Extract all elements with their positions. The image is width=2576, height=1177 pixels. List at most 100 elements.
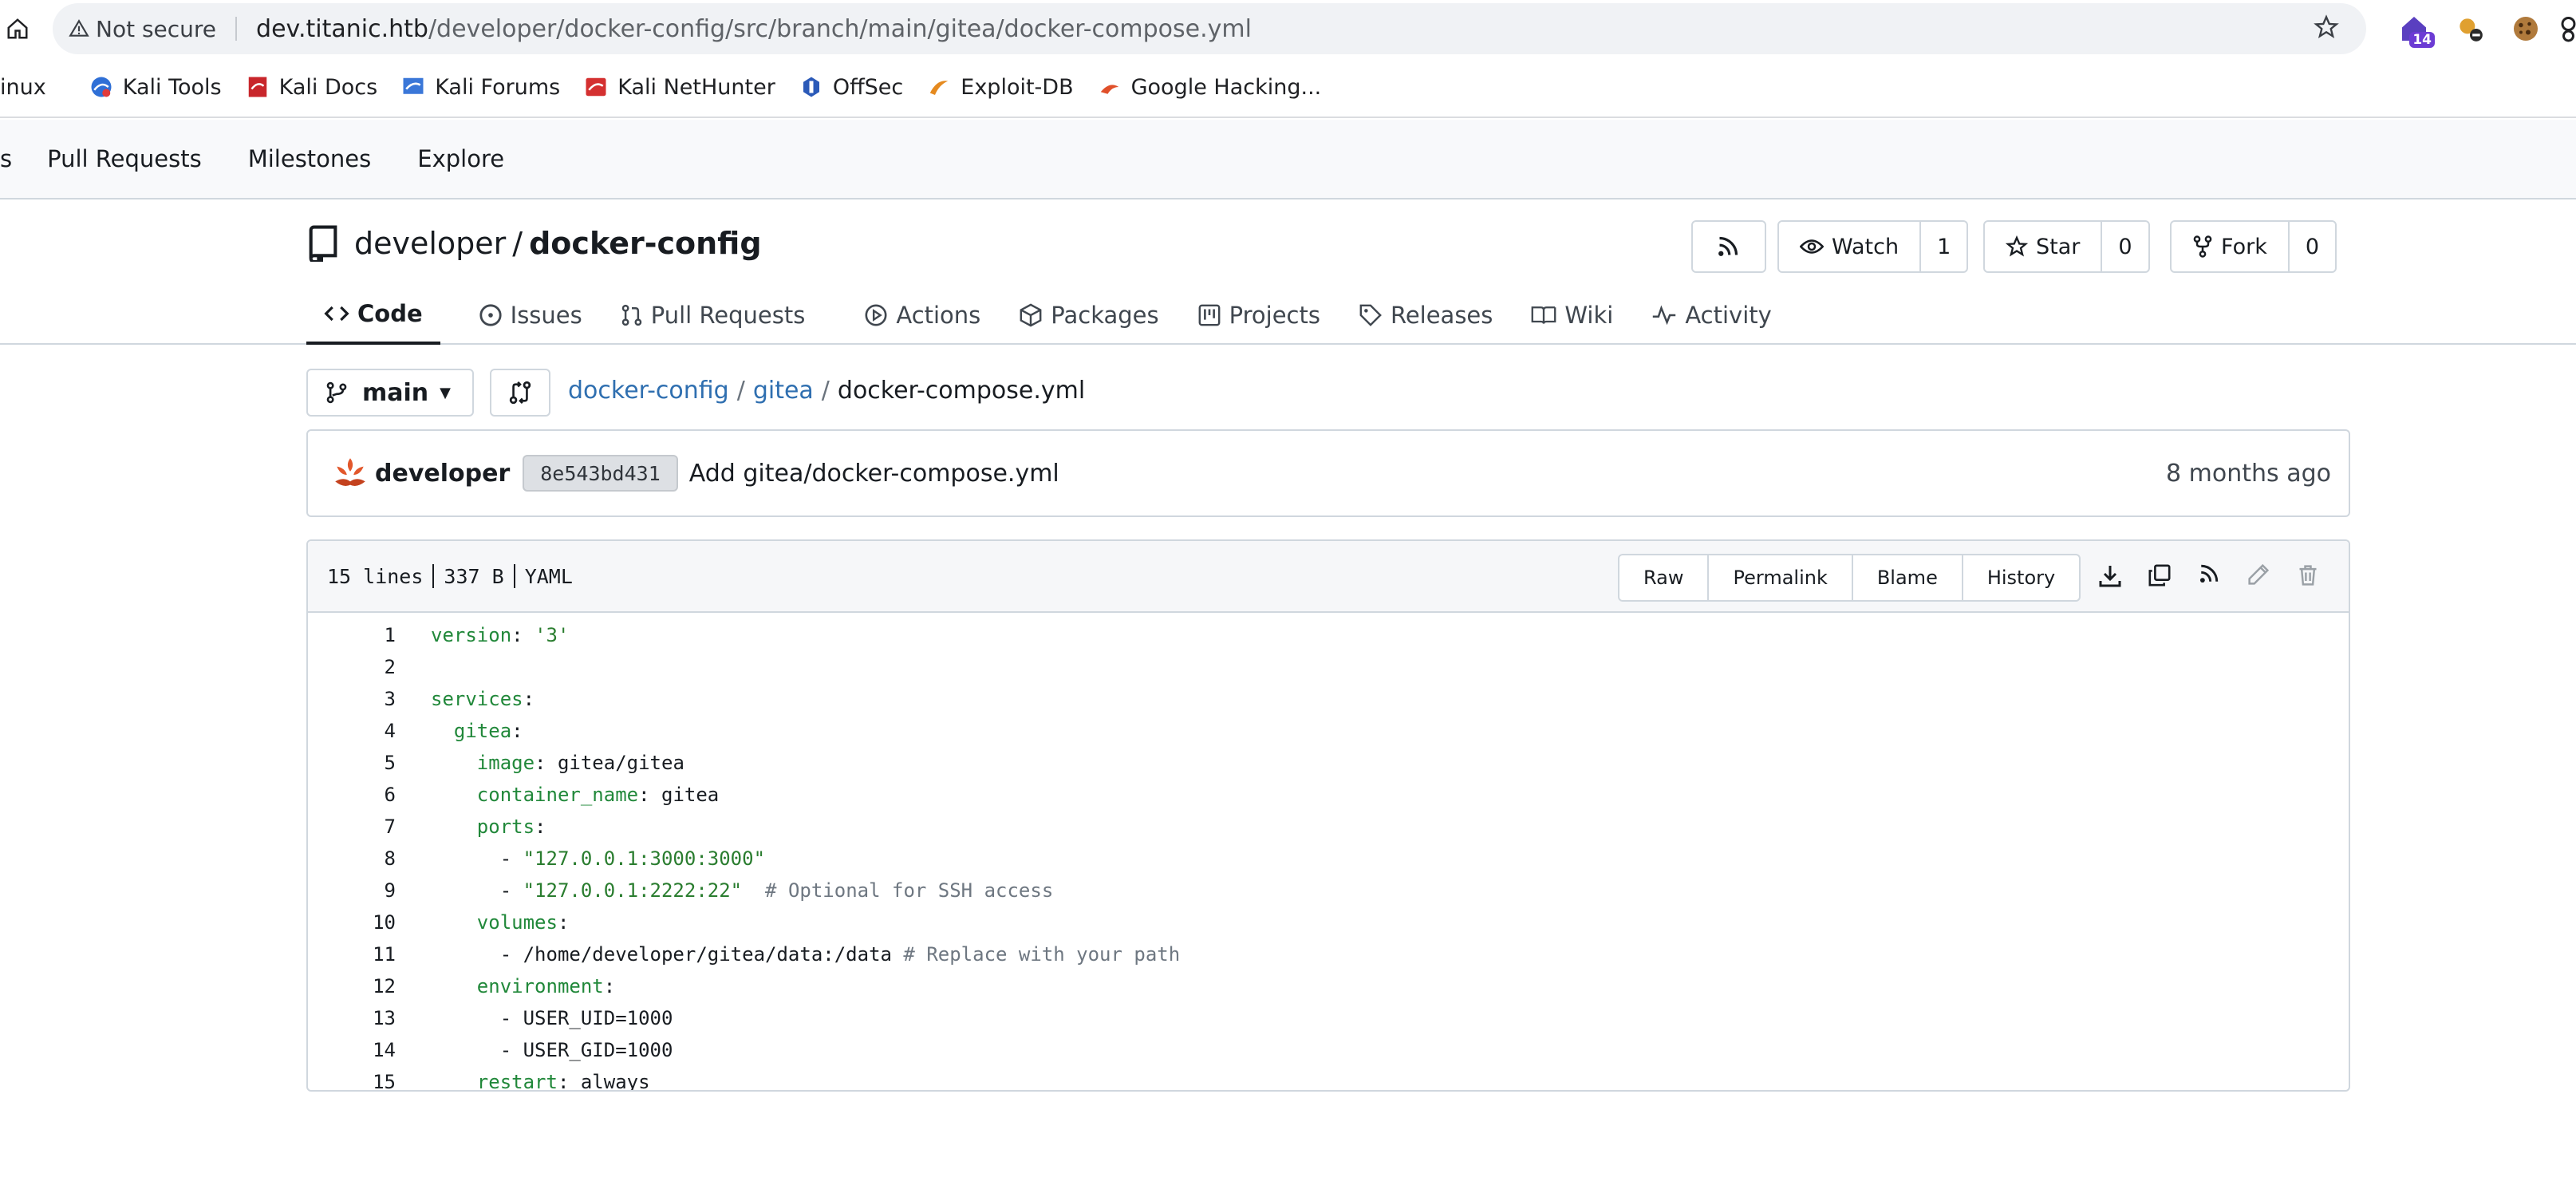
bookmarks-bar: inux Kali Tools Kali Docs Kali Forums Ka…	[0, 57, 2576, 118]
line-number[interactable]: 1	[308, 624, 396, 646]
tab-label: Pull Requests	[650, 302, 806, 329]
nav-item-pull-requests[interactable]: Pull Requests	[47, 145, 202, 172]
bookmark-kali-forums[interactable]: Kali Forums	[401, 75, 560, 100]
rss-button-inner[interactable]	[1693, 222, 1763, 271]
home-button[interactable]	[2, 11, 34, 46]
fork-button[interactable]: Fork	[2172, 222, 2288, 271]
latest-commit: developer 8e543bd431 Add gitea/docker-co…	[306, 429, 2350, 517]
line-content: - USER_UID=1000	[431, 1007, 673, 1029]
copy-content-button[interactable]	[2135, 563, 2184, 589]
url-text[interactable]: dev.titanic.htb/developer/docker-config/…	[256, 15, 1252, 43]
tab-code[interactable]: Code	[306, 286, 440, 345]
raw-button[interactable]: Raw	[1619, 555, 1707, 600]
bookmark-kali-docs[interactable]: Kali Docs	[246, 74, 378, 100]
code-token: volumes	[476, 911, 558, 934]
repo-title: developer / docker-config	[306, 225, 762, 262]
tab-pull-requests[interactable]: Pull Requests	[621, 286, 806, 345]
commit-author-link[interactable]: developer	[375, 460, 510, 488]
star-count[interactable]: 0	[2101, 222, 2148, 271]
commit-sha-button[interactable]: 8e543bd431	[523, 455, 678, 492]
repo-owner-link[interactable]: developer	[354, 226, 506, 261]
code-view[interactable]: 1 version: '3' 2 3 services: 4 gitea: 5 image:…	[308, 613, 2349, 1090]
tab-packages[interactable]: Packages	[1019, 286, 1159, 345]
tab-actions[interactable]: Actions	[864, 286, 980, 345]
line-number[interactable]: 6	[308, 784, 396, 806]
line-content: ports:	[431, 816, 546, 838]
code-line: 8 - "127.0.0.1:3000:3000"	[308, 843, 2349, 875]
repo-name-link[interactable]: docker-config	[529, 226, 761, 261]
bookmark-linux[interactable]: inux	[0, 75, 46, 100]
nav-item-milestones[interactable]: Milestones	[248, 145, 372, 172]
nav-item-explore[interactable]: Explore	[417, 145, 504, 172]
line-number[interactable]: 8	[308, 847, 396, 870]
code-token: - USER_GID=1000	[431, 1039, 673, 1061]
line-number[interactable]: 7	[308, 816, 396, 838]
url-host: dev.titanic.htb	[256, 14, 428, 43]
tab-label: Projects	[1229, 302, 1320, 329]
code-token: :	[535, 816, 546, 838]
line-number[interactable]: 13	[308, 1007, 396, 1029]
tab-label: Releases	[1390, 302, 1493, 329]
watch-button[interactable]: Watch	[1779, 222, 1919, 271]
branch-selector[interactable]: main ▼	[306, 369, 474, 417]
bookmark-google-hacking[interactable]: Google Hacking...	[1098, 75, 1321, 100]
edit-file-button[interactable]	[2234, 563, 2283, 589]
rss-feed-button[interactable]	[1691, 220, 1766, 273]
extension-button-cookie[interactable]	[2508, 11, 2543, 46]
line-number[interactable]: 15	[308, 1071, 396, 1090]
watch-count[interactable]: 1	[1919, 222, 1967, 271]
line-number[interactable]: 4	[308, 720, 396, 742]
bookmark-exploit-db[interactable]: Exploit-DB	[927, 75, 1074, 100]
line-content: environment:	[431, 975, 615, 997]
line-number[interactable]: 12	[308, 975, 396, 997]
file-view: 15 lines 337 B YAML Raw Permalink Blame …	[306, 539, 2350, 1092]
extension-button-wappalyzer[interactable]	[2452, 11, 2487, 46]
bookmark-kali-nethunter[interactable]: Kali NetHunter	[584, 75, 775, 100]
bookmark-label: Kali Docs	[278, 74, 378, 100]
partial-extension-icon	[2561, 17, 2576, 42]
code-line: 6 container_name: gitea	[308, 779, 2349, 811]
delete-file-button[interactable]	[2283, 563, 2333, 589]
tab-activity[interactable]: Activity	[1651, 286, 1772, 345]
compare-button[interactable]	[490, 369, 550, 417]
line-number[interactable]: 14	[308, 1039, 396, 1061]
commit-message-link[interactable]: Add gitea/docker-compose.yml	[689, 460, 1059, 488]
blame-button[interactable]: Blame	[1851, 555, 1962, 600]
repo-icon	[309, 225, 337, 262]
bookmark-label: Kali Tools	[122, 74, 222, 100]
extension-button-partial[interactable]	[2553, 11, 2576, 46]
extension-button-hackthebox[interactable]: 14	[2397, 11, 2435, 48]
code-token: -	[431, 847, 523, 870]
bookmark-offsec[interactable]: OffSec	[799, 75, 903, 100]
tab-releases[interactable]: Releases	[1359, 286, 1493, 345]
line-number[interactable]: 3	[308, 688, 396, 710]
not-secure-indicator[interactable]: Not secure	[69, 16, 216, 42]
line-number[interactable]: 11	[308, 943, 396, 966]
permalink-button[interactable]: Permalink	[1707, 555, 1851, 600]
tab-label: Activity	[1685, 302, 1772, 329]
bookmark-kali-tools[interactable]: Kali Tools	[89, 75, 222, 100]
breadcrumb-separator: /	[821, 377, 830, 405]
star-outline-icon	[2006, 235, 2028, 257]
download-button[interactable]	[2085, 563, 2135, 589]
line-number[interactable]: 5	[308, 752, 396, 774]
nav-item-partial[interactable]: s	[0, 145, 12, 172]
fork-count[interactable]: 0	[2287, 222, 2335, 271]
tab-issues[interactable]: Issues	[479, 286, 582, 345]
tab-wiki[interactable]: Wiki	[1531, 286, 1613, 345]
star-button[interactable]: Star	[1985, 222, 2101, 271]
history-button[interactable]: History	[1961, 555, 2079, 600]
line-number[interactable]: 9	[308, 879, 396, 902]
tab-projects[interactable]: Projects	[1197, 286, 1320, 345]
breadcrumb-repo-link[interactable]: docker-config	[568, 377, 729, 405]
rss-icon	[2199, 564, 2219, 583]
line-number[interactable]: 10	[308, 911, 396, 934]
bookmark-star-button[interactable]	[2314, 14, 2339, 43]
file-rss-button[interactable]	[2184, 563, 2234, 589]
breadcrumb-folder-link[interactable]: gitea	[753, 377, 814, 405]
address-bar[interactable]: Not secure dev.titanic.htb/developer/doc…	[53, 3, 2366, 54]
line-content: restart: always	[431, 1071, 650, 1090]
avatar[interactable]	[330, 453, 370, 493]
line-number[interactable]: 2	[308, 656, 396, 678]
